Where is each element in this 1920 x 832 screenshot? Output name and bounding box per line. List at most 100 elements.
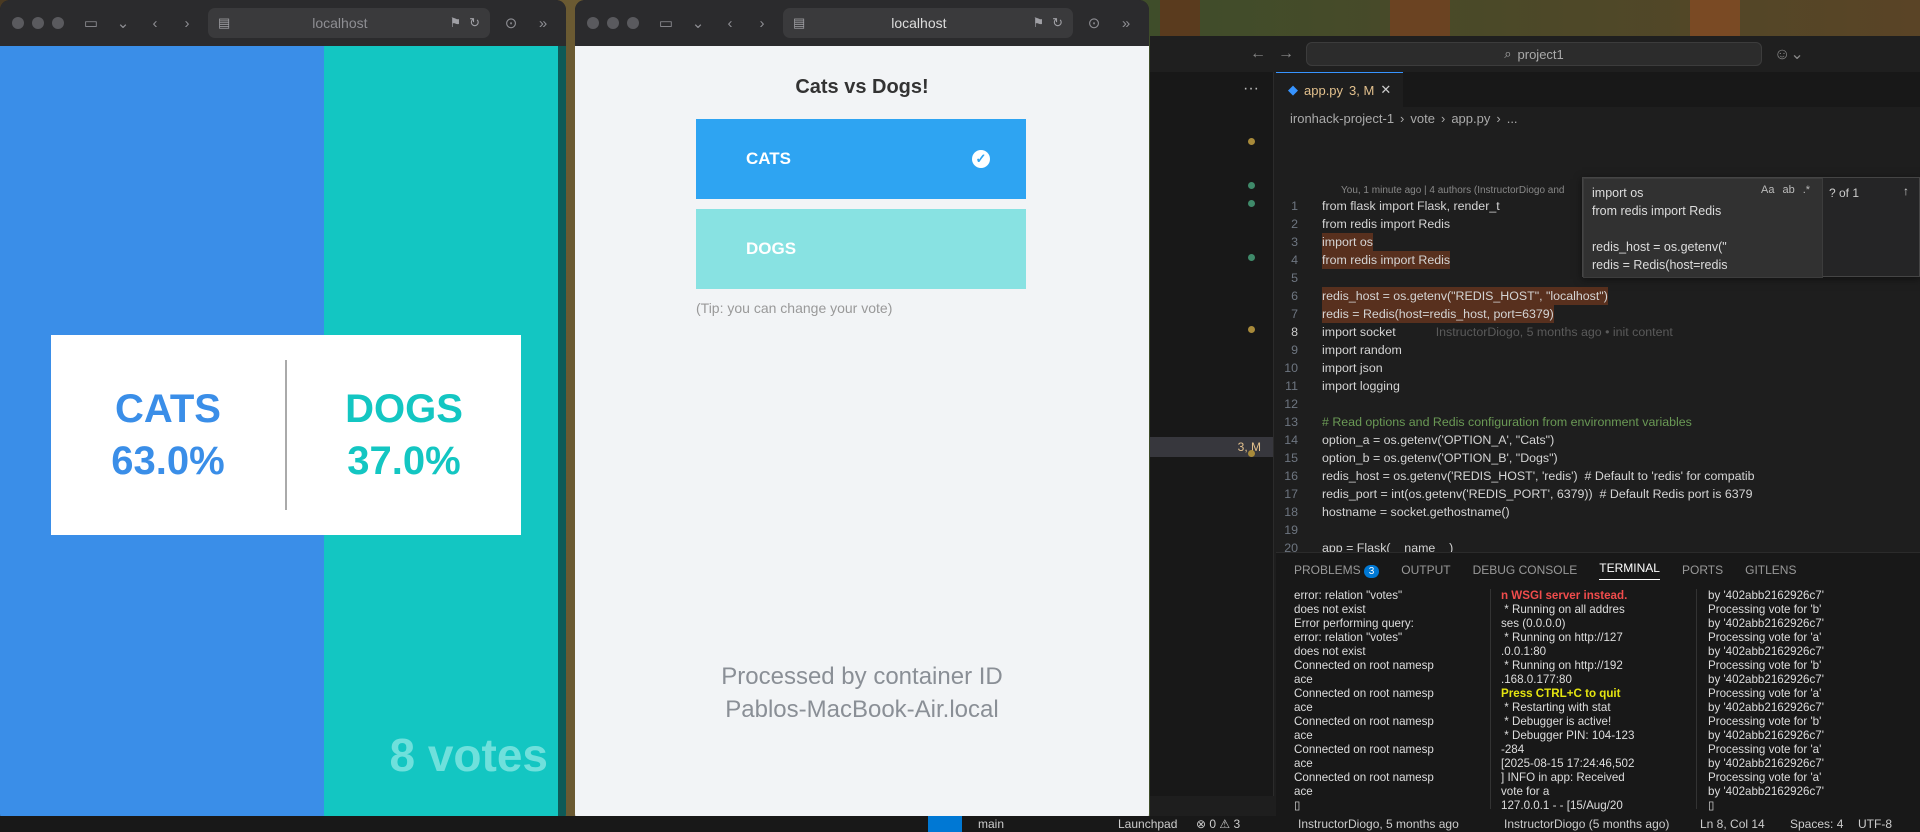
container-id: Pablos-MacBook-Air.local <box>725 696 999 723</box>
tip-text: (Tip: you can change your vote) <box>696 300 893 316</box>
download-icon[interactable]: ⊙ <box>1083 12 1105 34</box>
line-number: 5 <box>1291 271 1298 285</box>
code-line[interactable]: 10 import json <box>1276 359 1920 377</box>
option-b-name: DOGS <box>345 387 463 431</box>
line-number: 18 <box>1284 505 1298 519</box>
translate-icon[interactable]: ⚑ <box>449 15 461 31</box>
line-number: 14 <box>1284 433 1298 447</box>
pane-divider[interactable] <box>1490 589 1491 809</box>
encoding[interactable]: UTF-8 <box>1858 816 1892 832</box>
terminal-warning: n WSGI server instead. <box>1501 589 1628 602</box>
copilot-icon[interactable]: ☺⌄ <box>1774 44 1804 64</box>
code-line[interactable]: 6 redis_host = os.getenv("REDIS_HOST", "l… <box>1276 287 1920 305</box>
pane-divider[interactable] <box>1696 589 1697 809</box>
window-controls[interactable] <box>12 17 64 29</box>
remote-indicator[interactable] <box>928 816 962 832</box>
result-option-a: CATS 63.0% <box>51 383 285 487</box>
code-line[interactable]: 8 import socket InstructorDiogo, 5 months … <box>1276 323 1920 341</box>
breadcrumb-item[interactable]: ... <box>1507 111 1518 126</box>
breadcrumb-item[interactable]: vote <box>1410 111 1435 126</box>
breadcrumb-item[interactable]: app.py <box>1451 111 1490 126</box>
back-icon[interactable]: ‹ <box>719 12 741 34</box>
page-icon: ▤ <box>218 15 231 30</box>
tab-terminal[interactable]: TERMINAL <box>1599 561 1660 580</box>
tab-gitlens[interactable]: GITLENS <box>1745 563 1796 577</box>
code-line[interactable]: 12 <box>1276 395 1920 413</box>
code-line[interactable]: 14 option_a = os.getenv('OPTION_A', "Cats… <box>1276 431 1920 449</box>
sidebar-toggle-icon[interactable]: ▭ <box>80 12 102 34</box>
problems-indicator[interactable]: ⊗ 0 ⚠ 3 <box>1196 816 1240 832</box>
reload-icon[interactable]: ↻ <box>1052 15 1063 31</box>
tab-output[interactable]: OUTPUT <box>1401 563 1450 577</box>
search-label: project1 <box>1517 46 1564 62</box>
close-icon[interactable]: ✕ <box>1380 82 1391 98</box>
command-center-search[interactable]: ⌕ project1 <box>1306 42 1762 66</box>
sidebar-toggle-icon[interactable]: ▭ <box>655 12 677 34</box>
code-line[interactable]: 15 option_b = os.getenv('OPTION_B', "Dogs… <box>1276 449 1920 467</box>
check-circle-icon: ✓ <box>972 150 990 168</box>
line-text: hostname = socket.gethostname() <box>1322 505 1510 519</box>
browser-toolbar: ▭ ⌄ ‹ › ▤ localhost ⚑ ↻ ⊙ » <box>575 0 1149 46</box>
button-label: CATS <box>746 149 792 168</box>
more-icon[interactable]: » <box>1115 12 1137 34</box>
line-text: # Read options and Redis configuration f… <box>1322 415 1692 429</box>
line-number: 19 <box>1284 523 1298 537</box>
terminal-pane-1[interactable]: error: relation "votes" does not exist E… <box>1294 589 1480 815</box>
code-line[interactable]: 7 redis = Redis(host=redis_host, port=637… <box>1276 305 1920 323</box>
url-text: localhost <box>891 15 947 31</box>
address-bar[interactable]: ▤ localhost ⚑ ↻ <box>783 8 1073 38</box>
more-actions-icon[interactable]: ··· <box>1243 80 1259 98</box>
arrow-up-icon[interactable]: ↑ <box>1903 184 1909 198</box>
regex-toggle[interactable]: .* <box>1803 184 1810 196</box>
tab-problems[interactable]: PROBLEMS 3 <box>1294 563 1380 578</box>
nav-forward-icon[interactable]: → <box>1278 45 1294 63</box>
translate-icon[interactable]: ⚑ <box>1032 15 1044 31</box>
code-line[interactable]: 19 <box>1276 521 1920 539</box>
code-line[interactable]: 13 # Read options and Redis configuration… <box>1276 413 1920 431</box>
whole-word-toggle[interactable]: ab <box>1782 184 1794 196</box>
vote-cats-button[interactable]: CATS ✓ <box>696 119 1026 199</box>
forward-icon[interactable]: › <box>751 12 773 34</box>
code-line[interactable]: 17 redis_port = int(os.getenv('REDIS_PORT… <box>1276 485 1920 503</box>
tab-debug-console[interactable]: DEBUG CONSOLE <box>1473 563 1578 577</box>
blame-status[interactable]: InstructorDiogo, 5 months ago <box>1298 816 1459 832</box>
vote-dogs-button[interactable]: DOGS <box>696 209 1026 289</box>
address-bar[interactable]: ▤ localhost ⚑ ↻ <box>208 8 490 38</box>
launchpad-item[interactable]: Launchpad <box>1118 816 1177 832</box>
scrollbar[interactable] <box>558 46 566 824</box>
option-a-percent: 63.0% <box>111 439 225 483</box>
tab-app-py[interactable]: ◆ app.py 3, M ✕ <box>1276 72 1404 107</box>
line-text: from redis import Redis <box>1322 251 1451 269</box>
modified-dot <box>1248 200 1255 207</box>
line-text: option_b = os.getenv('OPTION_B', "Dogs") <box>1322 451 1558 465</box>
code-line[interactable]: 11 import logging <box>1276 377 1920 395</box>
back-icon[interactable]: ‹ <box>144 12 166 34</box>
reload-icon[interactable]: ↻ <box>469 15 480 31</box>
codelens-blame[interactable]: You, 1 minute ago | 4 authors (Instructo… <box>1341 185 1564 196</box>
find-count: ? of 1 <box>1829 186 1860 200</box>
nav-back-icon[interactable]: ← <box>1250 45 1266 63</box>
chevron-down-icon[interactable]: ⌄ <box>112 12 134 34</box>
vote-count: 8 votes <box>389 729 548 781</box>
terminal-pane-3[interactable]: by '402abb2162926c7' Processing vote for… <box>1708 589 1858 815</box>
code-line[interactable]: 16 redis_host = os.getenv('REDIS_HOST', '… <box>1276 467 1920 485</box>
page-icon: ▤ <box>793 15 806 30</box>
code-line[interactable]: 9 import random <box>1276 341 1920 359</box>
forward-icon[interactable]: › <box>176 12 198 34</box>
tab-ports[interactable]: PORTS <box>1682 563 1723 577</box>
line-text: redis_port = int(os.getenv('REDIS_PORT',… <box>1322 487 1753 501</box>
blame-status-2[interactable]: InstructorDiogo (5 months ago) <box>1504 816 1669 832</box>
match-case-toggle[interactable]: Aa <box>1761 184 1774 196</box>
cursor-position[interactable]: Ln 8, Col 14 <box>1700 816 1765 832</box>
code-line[interactable]: 18 hostname = socket.gethostname() <box>1276 503 1920 521</box>
terminal-pane-2[interactable]: n WSGI server instead. * Running on all … <box>1501 589 1687 815</box>
more-icon[interactable]: » <box>532 12 554 34</box>
indentation[interactable]: Spaces: 4 <box>1790 816 1843 832</box>
breadcrumb-item[interactable]: ironhack-project-1 <box>1290 111 1394 126</box>
branch-indicator[interactable]: main <box>978 816 1004 832</box>
window-controls[interactable] <box>587 17 639 29</box>
modified-dot <box>1248 138 1255 145</box>
download-icon[interactable]: ⊙ <box>500 12 522 34</box>
line-text: import logging <box>1322 379 1400 393</box>
chevron-down-icon[interactable]: ⌄ <box>687 12 709 34</box>
